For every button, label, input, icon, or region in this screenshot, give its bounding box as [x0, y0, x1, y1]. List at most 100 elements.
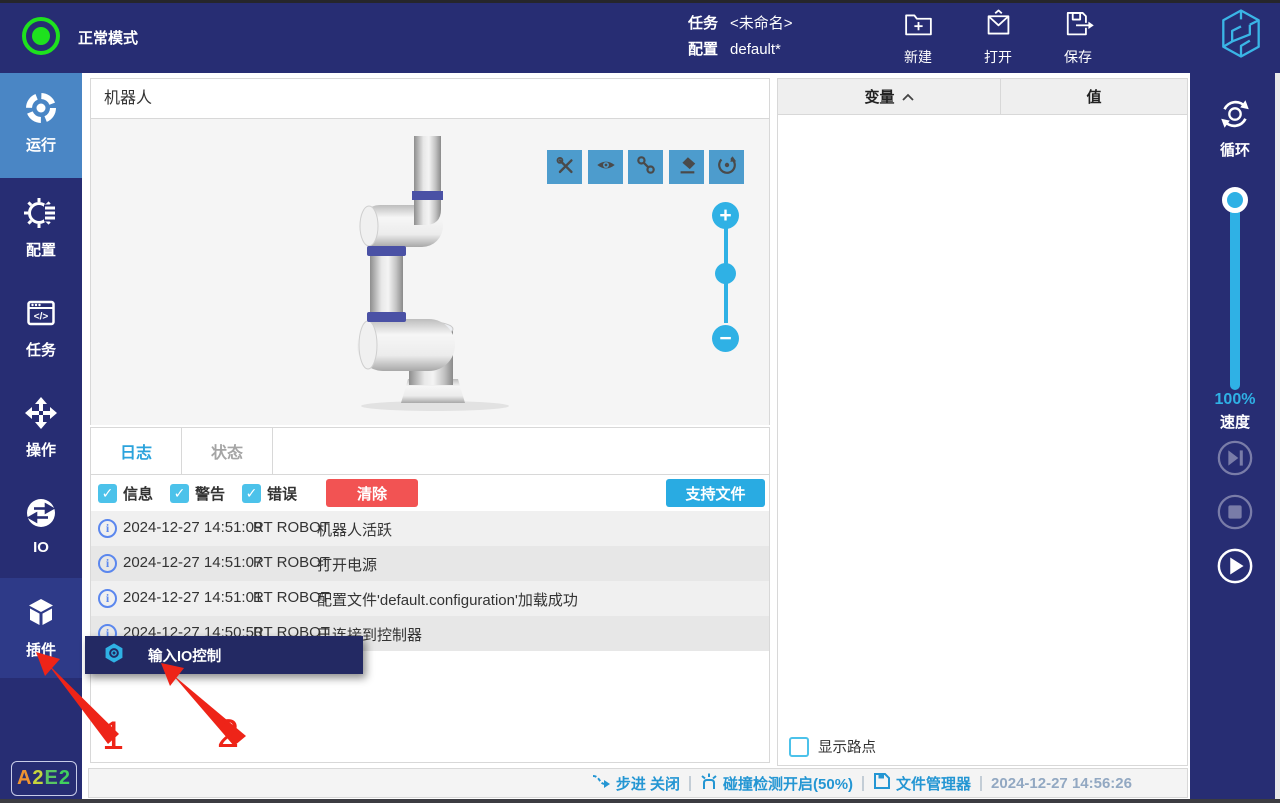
- info-filter-checkbox[interactable]: ✓: [98, 484, 117, 503]
- sidebar-config-label: 配置: [0, 239, 82, 260]
- log-message: 配置文件'default.configuration'加载成功: [317, 589, 578, 610]
- file-manager-status[interactable]: 文件管理器: [873, 772, 971, 794]
- show-waypoints-checkbox[interactable]: [789, 737, 809, 757]
- screen-edge-right: [1275, 73, 1280, 799]
- config-label: 配置: [688, 37, 718, 63]
- save-icon: [1062, 28, 1095, 45]
- stop-button[interactable]: [1216, 493, 1254, 531]
- loop-icon[interactable]: [1216, 95, 1254, 133]
- support-file-button[interactable]: 支持文件: [666, 479, 765, 507]
- log-row[interactable]: i 2024-12-27 14:51:09 RT ROBOT 机器人活跃: [91, 511, 769, 546]
- save-task-label: 保存: [1047, 47, 1109, 67]
- log-row[interactable]: i 2024-12-27 14:51:07 RT ROBOT 打开电源: [91, 546, 769, 581]
- open-task-label: 打开: [967, 47, 1029, 67]
- task-value: <未命名>: [730, 11, 793, 37]
- column-header-value[interactable]: 值: [1001, 79, 1187, 114]
- play-button[interactable]: [1216, 547, 1254, 585]
- error-filter-label: 错误: [267, 483, 297, 504]
- new-task-button[interactable]: 新建: [887, 8, 949, 67]
- speed-slider-handle[interactable]: [1222, 187, 1248, 213]
- zoom-slider-handle[interactable]: [715, 263, 736, 284]
- sidebar-operate-label: 操作: [0, 439, 82, 460]
- plugin-cube-icon: [23, 618, 59, 635]
- open-task-button[interactable]: 打开: [967, 8, 1029, 67]
- eye-icon: [595, 154, 617, 181]
- zoom-out-button[interactable]: −: [712, 325, 739, 352]
- log-tab-bar: 日志 状态: [91, 428, 769, 475]
- sidebar-item-run[interactable]: 运行: [0, 73, 82, 178]
- sidebar-item-config[interactable]: 配置: [0, 178, 82, 278]
- rotate-view-icon: [716, 154, 738, 181]
- gear-settings-icon: [23, 218, 59, 235]
- step-mode-icon: [591, 773, 611, 793]
- status-separator: [689, 776, 691, 791]
- loop-label: 循环: [1190, 139, 1280, 160]
- chevron-up-icon: [902, 88, 914, 105]
- warning-filter-label: 警告: [195, 483, 225, 504]
- tools-icon: [554, 154, 576, 181]
- svg-text:</>: </>: [34, 312, 49, 323]
- log-time: 2024-12-27 14:51:01: [123, 589, 262, 606]
- sidebar-item-plugin[interactable]: 插件: [0, 578, 82, 678]
- robot-status-indicator: [22, 17, 60, 55]
- view-erase-button[interactable]: [669, 150, 704, 184]
- file-manager-label: 文件管理器: [896, 773, 971, 794]
- step-forward-button[interactable]: [1216, 439, 1254, 477]
- badge-char: E: [45, 767, 59, 790]
- robot-3d-viewport[interactable]: + −: [91, 119, 769, 425]
- status-separator: [980, 776, 982, 791]
- task-config-block: 任务 <未命名> 配置 default*: [688, 11, 793, 63]
- info-icon: i: [98, 519, 117, 538]
- file-manager-icon: [873, 772, 891, 794]
- sidebar-plugin-label: 插件: [0, 639, 82, 660]
- sidebar-item-task[interactable]: </> 任务: [0, 278, 82, 378]
- step-mode-label: 步进 关闭: [616, 773, 680, 794]
- run-icon: [23, 113, 59, 130]
- tab-status[interactable]: 状态: [182, 428, 273, 474]
- info-filter-label: 信息: [123, 483, 153, 504]
- log-filter-row: ✓ 信息 ✓ 警告 ✓ 错误 清除 支持文件: [91, 475, 769, 511]
- error-filter-checkbox[interactable]: ✓: [242, 484, 261, 503]
- eraser-icon: [676, 154, 698, 181]
- step-mode-status[interactable]: 步进 关闭: [591, 773, 680, 794]
- view-path-button[interactable]: [628, 150, 663, 184]
- zoom-in-button[interactable]: +: [712, 202, 739, 229]
- plugin-context-menu[interactable]: 输入IO控制: [85, 636, 363, 674]
- speed-percent: 100%: [1190, 391, 1280, 409]
- top-bar: 正常模式 任务 <未命名> 配置 default* 新建 打开: [0, 0, 1280, 73]
- log-message: 打开电源: [317, 554, 377, 575]
- app-logo-icon: [1218, 7, 1264, 65]
- view-rotate-button[interactable]: [709, 150, 744, 184]
- waypoint-path-icon: [635, 154, 657, 181]
- variables-header: 变量 值: [778, 79, 1187, 115]
- collision-detection-status[interactable]: 碰撞检测开启(50%): [700, 772, 853, 794]
- right-sidebar: 循环 100% 速度: [1190, 73, 1280, 803]
- log-row[interactable]: i 2024-12-27 14:51:01 RT ROBOT 配置文件'defa…: [91, 581, 769, 616]
- save-task-button[interactable]: 保存: [1047, 8, 1109, 67]
- warning-filter-checkbox[interactable]: ✓: [170, 484, 189, 503]
- sidebar-item-operate[interactable]: 操作: [0, 378, 82, 478]
- collision-icon: [700, 772, 718, 794]
- clear-log-button[interactable]: 清除: [326, 479, 418, 507]
- tab-log[interactable]: 日志: [91, 428, 182, 474]
- open-file-icon: [982, 28, 1015, 45]
- sidebar-item-io[interactable]: IO: [0, 478, 82, 578]
- context-menu-item-input-io[interactable]: 输入IO控制: [148, 645, 221, 666]
- log-message: 机器人活跃: [317, 519, 392, 540]
- speed-slider-track[interactable]: [1230, 200, 1240, 390]
- new-file-icon: [902, 28, 935, 45]
- view-visibility-button[interactable]: [588, 150, 623, 184]
- sidebar-io-label: IO: [0, 539, 82, 556]
- info-icon: i: [98, 554, 117, 573]
- move-arrows-icon: [23, 418, 59, 435]
- variables-panel: 变量 值 显示路点: [777, 78, 1188, 766]
- view-tools-button[interactable]: [547, 150, 582, 184]
- annotation-number-2: 2: [211, 712, 245, 757]
- a2e2-badge: A2E2: [11, 761, 77, 796]
- value-column-label: 值: [1086, 86, 1101, 107]
- sidebar-run-label: 运行: [0, 134, 82, 155]
- robot-panel-title: 机器人: [91, 79, 769, 119]
- config-value: default*: [730, 37, 781, 63]
- left-sidebar: 运行 配置 </> 任务: [0, 73, 82, 803]
- column-header-variable[interactable]: 变量: [778, 79, 1001, 114]
